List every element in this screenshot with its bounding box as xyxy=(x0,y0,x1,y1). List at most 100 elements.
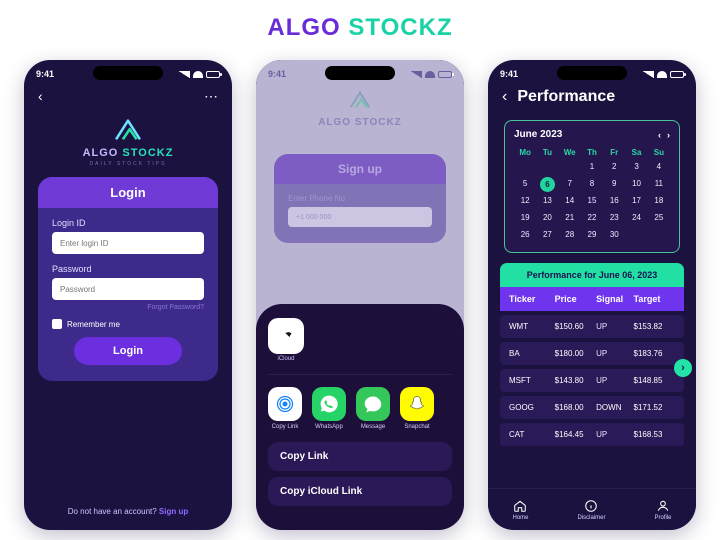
table-row[interactable]: MSFT$143.80UP$148.85 xyxy=(500,369,684,392)
cal-day[interactable]: 1 xyxy=(581,160,603,174)
profile-icon xyxy=(656,499,670,513)
next-arrow-button[interactable]: › xyxy=(674,359,692,377)
cal-prev-icon[interactable]: ‹ xyxy=(658,130,661,140)
cell-price: $143.80 xyxy=(555,376,597,385)
faded-logo: ALGO STOCKZ xyxy=(256,90,464,128)
menu-icon[interactable]: ⋯ xyxy=(204,88,218,105)
table-row[interactable]: BA$180.00UP$183.76 xyxy=(500,342,684,365)
forgot-password-link[interactable]: Forgot Password? xyxy=(52,304,204,311)
cell-price: $164.45 xyxy=(555,430,597,439)
tab-profile[interactable]: Profile xyxy=(654,499,671,521)
cell-price: $168.00 xyxy=(555,403,597,412)
cal-day[interactable]: 17 xyxy=(625,194,647,208)
cal-day[interactable]: 7 xyxy=(559,177,581,191)
cal-dow: Th xyxy=(581,148,603,157)
tab-home[interactable]: Home xyxy=(512,499,528,521)
cal-day[interactable]: 10 xyxy=(625,177,647,191)
cal-day[interactable]: 12 xyxy=(514,194,536,208)
share-sheet: iCloud Copy Link WhatsApp xyxy=(256,304,464,530)
cal-day[interactable]: 28 xyxy=(559,228,581,242)
cell-price: $180.00 xyxy=(555,349,597,358)
cal-day[interactable]: 30 xyxy=(603,228,625,242)
cal-day[interactable]: 27 xyxy=(536,228,558,242)
phone-input-faded: +1 000 000 xyxy=(288,207,432,227)
back-icon[interactable]: ‹ xyxy=(38,88,43,105)
cell-target: $153.82 xyxy=(634,322,676,331)
cal-day xyxy=(648,228,670,242)
whatsapp-icon xyxy=(319,394,339,414)
cell-signal: UP xyxy=(596,322,633,331)
signup-link[interactable]: Sign up xyxy=(159,507,188,516)
login-button[interactable]: Login xyxy=(74,337,182,365)
logo-mark-icon xyxy=(111,117,145,143)
signup-prompt: Do not have an account? Sign up xyxy=(24,507,232,516)
brand-title: ALGO STOCKZ xyxy=(0,14,720,42)
notch xyxy=(557,66,627,80)
cell-signal: UP xyxy=(596,376,633,385)
cal-next-icon[interactable]: › xyxy=(667,130,670,140)
cal-day[interactable]: 24 xyxy=(625,211,647,225)
cal-day[interactable]: 15 xyxy=(581,194,603,208)
cal-day[interactable]: 23 xyxy=(603,211,625,225)
apple-icon xyxy=(276,326,296,346)
password-input[interactable]: Password xyxy=(52,278,204,300)
copy-link-row[interactable]: Copy Link xyxy=(268,442,452,471)
cal-day-selected[interactable]: 6 xyxy=(540,177,555,192)
phone-login: 9:41 ‹ ⋯ ALGO STOCKZ xyxy=(24,60,232,530)
cal-day[interactable]: 3 xyxy=(625,160,647,174)
remember-label: Remember me xyxy=(67,320,120,329)
cal-day[interactable]: 4 xyxy=(648,160,670,174)
back-icon[interactable]: ‹ xyxy=(502,88,507,106)
notch xyxy=(325,66,395,80)
whatsapp-app-icon[interactable] xyxy=(312,387,346,421)
snapchat-app-icon[interactable] xyxy=(400,387,434,421)
calendar-month: June 2023 xyxy=(514,129,562,140)
cell-target: $183.76 xyxy=(634,349,676,358)
snapchat-icon xyxy=(407,394,427,414)
cal-day[interactable]: 11 xyxy=(648,177,670,191)
login-title: Login xyxy=(38,177,218,208)
cal-day[interactable]: 8 xyxy=(581,177,603,191)
cal-day[interactable]: 14 xyxy=(559,194,581,208)
cal-day[interactable]: 18 xyxy=(648,194,670,208)
cal-dow: Tu xyxy=(536,148,558,157)
cell-target: $148.85 xyxy=(634,376,676,385)
airdrop-icon xyxy=(275,394,295,414)
tab-disclaimer[interactable]: Disclaimer xyxy=(577,499,605,521)
app-logo: ALGO STOCKZ DAILY STOCK TIPS xyxy=(24,117,232,167)
cal-day xyxy=(514,160,536,174)
table-row[interactable]: GOOG$168.00DOWN$171.52 xyxy=(500,396,684,419)
remember-checkbox[interactable] xyxy=(52,319,62,329)
cal-day[interactable]: 25 xyxy=(648,211,670,225)
cal-day[interactable]: 29 xyxy=(581,228,603,242)
cal-day[interactable]: 5 xyxy=(514,177,536,191)
cal-day[interactable]: 9 xyxy=(603,177,625,191)
status-icons xyxy=(179,71,220,78)
icloud-app-icon[interactable] xyxy=(268,318,304,354)
cal-day[interactable]: 21 xyxy=(559,211,581,225)
cal-day[interactable]: 2 xyxy=(603,160,625,174)
home-icon xyxy=(513,499,527,513)
message-icon xyxy=(363,394,383,414)
brand-part2: STOCKZ xyxy=(348,14,452,41)
table-row[interactable]: WMT$150.60UP$153.82 xyxy=(500,315,684,338)
cal-day[interactable]: 19 xyxy=(514,211,536,225)
cal-dow: Sa xyxy=(625,148,647,157)
cell-signal: UP xyxy=(596,349,633,358)
login-id-input[interactable]: Enter login ID xyxy=(52,232,204,254)
message-app-icon[interactable] xyxy=(356,387,390,421)
cal-day[interactable]: 26 xyxy=(514,228,536,242)
cal-day[interactable]: 16 xyxy=(603,194,625,208)
cal-day[interactable]: 20 xyxy=(536,211,558,225)
signal-icon xyxy=(643,71,654,78)
table-row[interactable]: CAT$164.45UP$168.53 xyxy=(500,423,684,446)
brand-part1: ALGO xyxy=(267,14,340,41)
cell-target: $168.53 xyxy=(634,430,676,439)
cal-day[interactable]: 22 xyxy=(581,211,603,225)
wifi-icon xyxy=(193,71,203,78)
copy-icloud-link-row[interactable]: Copy iCloud Link xyxy=(268,477,452,506)
cal-day[interactable]: 6 xyxy=(536,177,558,191)
cal-dow: We xyxy=(559,148,581,157)
cal-day[interactable]: 13 xyxy=(536,194,558,208)
copylink-app-icon[interactable] xyxy=(268,387,302,421)
